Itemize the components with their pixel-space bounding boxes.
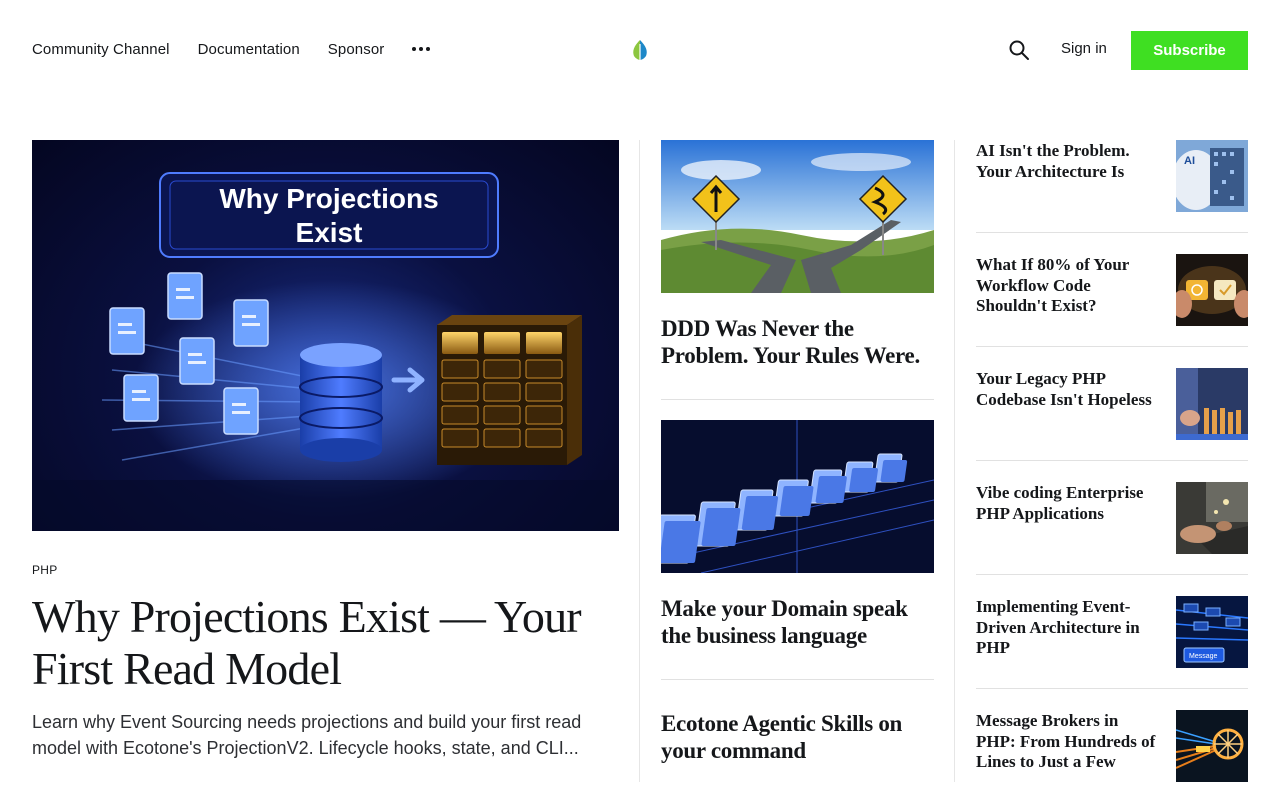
post-title[interactable]: Ecotone Agentic Skills on your command xyxy=(661,710,934,764)
side-post[interactable]: What If 80% of Your Workflow Code Should… xyxy=(976,254,1248,347)
side-post-title[interactable]: Your Legacy PHP Codebase Isn't Hopeless xyxy=(976,369,1156,440)
featured-image-title-line2: Exist xyxy=(296,217,363,248)
side-post-thumbnail[interactable]: AI xyxy=(1176,140,1248,212)
side-post[interactable]: Implementing Event-Driven Architecture i… xyxy=(976,596,1248,689)
nav-item-community-channel[interactable]: Community Channel xyxy=(32,41,170,58)
laptop-thumbnail xyxy=(1176,482,1248,554)
side-post-title[interactable]: Vibe coding Enterprise PHP Applications xyxy=(976,483,1156,554)
side-post[interactable]: Message Brokers in PHP: From Hundreds of… xyxy=(976,710,1248,782)
side-post-thumbnail[interactable]: Message xyxy=(1176,596,1248,668)
more-options-icon[interactable] xyxy=(412,38,431,60)
side-post[interactable]: Vibe coding Enterprise PHP Applications xyxy=(976,482,1248,575)
side-post-title[interactable]: AI Isn't the Problem. Your Architecture … xyxy=(976,141,1156,212)
site-logo-icon[interactable] xyxy=(630,38,650,62)
side-post[interactable]: AI Isn't the Problem. Your Architecture … xyxy=(976,140,1248,233)
middle-column: DDD Was Never the Problem. Your Rules We… xyxy=(661,140,934,800)
message-thumbnail: Message xyxy=(1176,596,1248,668)
side-post[interactable]: Your Legacy PHP Codebase Isn't Hopeless xyxy=(976,368,1248,461)
featured-excerpt: Learn why Event Sourcing needs projectio… xyxy=(32,712,582,758)
primary-nav: Community Channel Documentation Sponsor xyxy=(32,38,431,60)
side-post-thumbnail[interactable] xyxy=(1176,710,1248,782)
roads-illustration xyxy=(661,140,934,293)
side-post-thumbnail[interactable] xyxy=(1176,368,1248,440)
subscribe-button[interactable]: Subscribe xyxy=(1131,31,1248,70)
featured-title[interactable]: Why Projections Exist — Your First Read … xyxy=(32,591,619,695)
post-title[interactable]: DDD Was Never the Problem. Your Rules We… xyxy=(661,315,934,369)
featured-article[interactable]: Why Projections Exist PHP Why Projection… xyxy=(32,140,619,761)
column-divider xyxy=(954,140,955,782)
side-column: AI Isn't the Problem. Your Architecture … xyxy=(976,140,1248,800)
folders-illustration xyxy=(661,420,934,573)
post-image-roads[interactable] xyxy=(661,140,934,293)
featured-image[interactable]: Why Projections Exist xyxy=(32,140,619,531)
side-post-title[interactable]: Message Brokers in PHP: From Hundreds of… xyxy=(976,711,1156,782)
side-post-title[interactable]: Implementing Event-Driven Architecture i… xyxy=(976,597,1156,668)
post-card[interactable]: DDD Was Never the Problem. Your Rules We… xyxy=(661,140,934,400)
featured-illustration: Why Projections Exist xyxy=(32,172,619,531)
post-image-folders[interactable] xyxy=(661,420,934,573)
post-card[interactable]: Make your Domain speak the business lang… xyxy=(661,420,934,680)
side-post-title[interactable]: What If 80% of Your Workflow Code Should… xyxy=(976,255,1156,326)
message-thumbnail-label: Message xyxy=(1189,653,1218,660)
ai-thumbnail: AI xyxy=(1176,140,1248,212)
nav-item-sponsor[interactable]: Sponsor xyxy=(328,41,385,58)
side-post-thumbnail[interactable] xyxy=(1176,254,1248,326)
search-icon[interactable] xyxy=(1008,39,1030,61)
signin-link[interactable]: Sign in xyxy=(1061,40,1107,57)
column-divider xyxy=(639,140,640,782)
featured-image-title-line1: Why Projections xyxy=(219,183,438,214)
puzzle-thumbnail xyxy=(1176,254,1248,326)
broker-thumbnail xyxy=(1176,710,1248,782)
side-post-thumbnail[interactable] xyxy=(1176,482,1248,554)
blocks-thumbnail xyxy=(1176,368,1248,440)
nav-item-documentation[interactable]: Documentation xyxy=(198,41,300,58)
ai-thumbnail-label: AI xyxy=(1184,155,1195,167)
site-header: Community Channel Documentation Sponsor … xyxy=(0,0,1280,100)
featured-tag[interactable]: PHP xyxy=(32,563,619,577)
post-card[interactable]: Ecotone Agentic Skills on your command xyxy=(661,700,934,794)
post-title[interactable]: Make your Domain speak the business lang… xyxy=(661,595,934,649)
